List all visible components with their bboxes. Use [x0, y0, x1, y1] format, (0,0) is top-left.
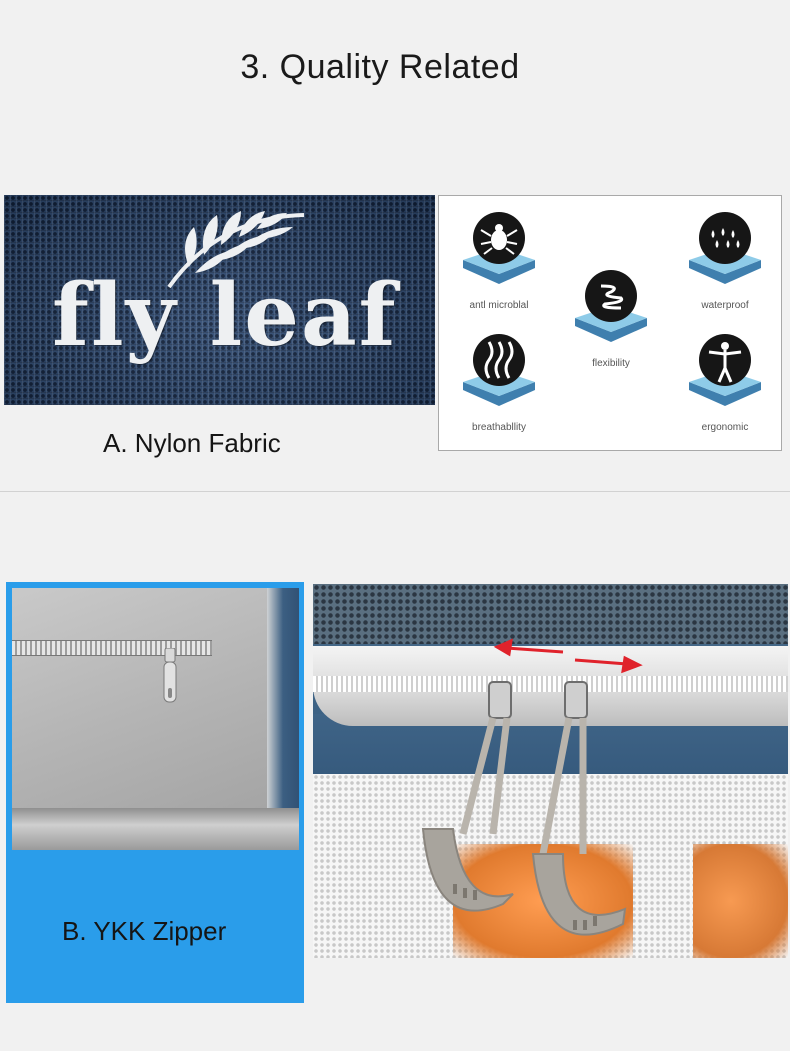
feature-flexibility: flexibility: [561, 266, 661, 369]
zipper-pulls-icon: [421, 681, 627, 936]
water-drops-icon: [689, 212, 761, 284]
feature-label: breathabllity: [472, 422, 526, 433]
feature-breathability: breathabllity: [449, 330, 549, 433]
feature-label: ergonomic: [701, 422, 749, 433]
zipper-track: [12, 640, 212, 656]
fabric-caption: A. Nylon Fabric: [103, 428, 281, 458]
nylon-fabric-photo: fly leaf: [4, 195, 435, 405]
ykk-zipper-photo: [313, 584, 788, 958]
feature-label: flexibility: [592, 358, 630, 369]
feature-ergonomic: ergonomic: [675, 330, 775, 433]
features-panel: antl microblal flexibility waterproof br…: [438, 195, 782, 451]
feature-anti-microbial: antl microblal: [449, 208, 549, 311]
section-divider: [0, 491, 790, 492]
feature-waterproof: waterproof: [675, 208, 775, 311]
human-figure-icon: [689, 334, 761, 406]
zipper-caption: B. YKK Zipper: [62, 916, 227, 946]
spring-icon: [575, 270, 647, 342]
steam-waves-icon: [463, 334, 535, 406]
feature-label: waterproof: [701, 300, 749, 311]
page-title: 3. Quality Related: [240, 48, 520, 86]
zipper-pull-icon: [163, 648, 177, 703]
brand-text: fly leaf: [52, 265, 398, 366]
bug-icon: [463, 212, 535, 284]
feature-label: antl microblal: [469, 300, 529, 311]
pocket-zipper-photo: [12, 588, 299, 850]
